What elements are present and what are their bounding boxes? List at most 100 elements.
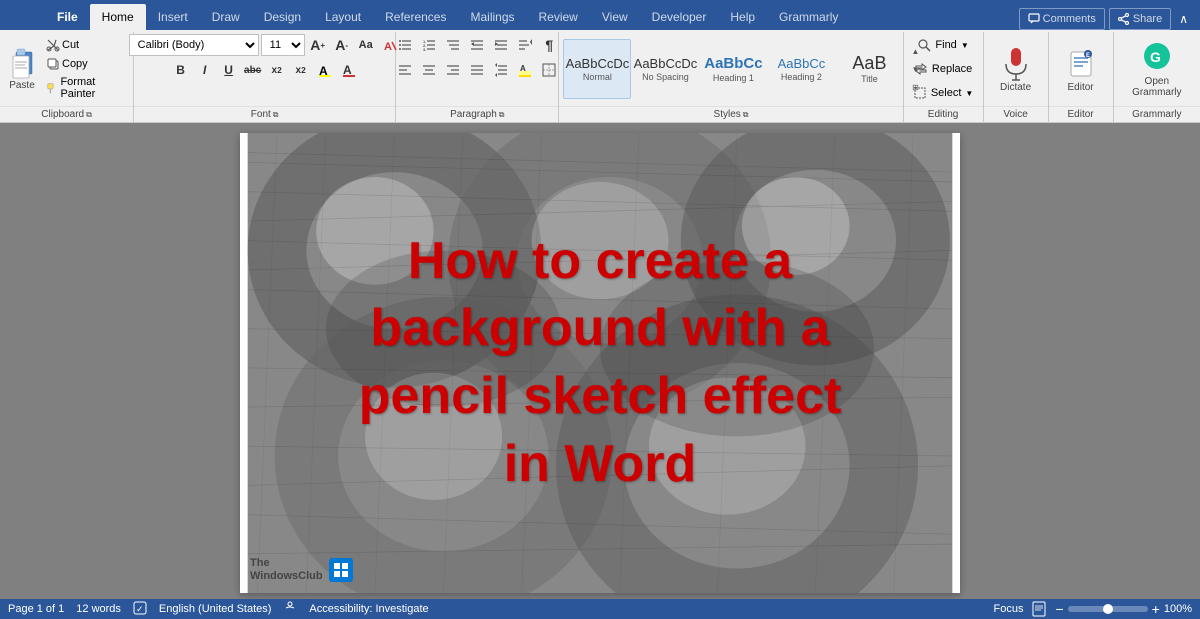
italic-button[interactable]: I <box>194 59 216 81</box>
find-button[interactable]: Find ▼ <box>913 34 972 56</box>
font-group-label[interactable]: Font ⧉ <box>134 106 395 122</box>
font-shrink-button[interactable]: A- <box>331 34 353 56</box>
open-grammarly-button[interactable]: G Open Grammarly <box>1118 36 1196 102</box>
multilevel-button[interactable] <box>442 34 464 56</box>
tab-design[interactable]: Design <box>252 4 313 30</box>
style-heading2[interactable]: AaBbCc Heading 2 <box>767 39 835 99</box>
style-title-label: Title <box>861 74 878 84</box>
paragraph-group-label[interactable]: Paragraph ⧉ <box>396 106 558 122</box>
language[interactable]: English (United States) <box>159 603 272 615</box>
style-title[interactable]: AaB Title <box>835 39 903 99</box>
tab-draw[interactable]: Draw <box>200 4 252 30</box>
clipboard-expand-icon: ⧉ <box>86 110 92 120</box>
print-layout-icon[interactable] <box>1031 601 1047 617</box>
format-painter-button[interactable]: Format Painter <box>42 74 129 102</box>
svg-text:A: A <box>343 63 352 77</box>
align-left-button[interactable] <box>394 59 416 81</box>
increase-indent-button[interactable] <box>490 34 512 56</box>
accessibility-icon[interactable] <box>283 601 297 618</box>
tab-mailings[interactable]: Mailings <box>458 4 526 30</box>
align-right-button[interactable] <box>442 59 464 81</box>
zoom-in-button[interactable]: + <box>1152 601 1160 617</box>
copy-button[interactable]: Copy <box>42 55 129 73</box>
copy-icon <box>46 57 60 71</box>
editor-button[interactable]: E Editor <box>1053 42 1109 97</box>
bold-button[interactable]: B <box>170 59 192 81</box>
tab-bar: File Home Insert Draw Design Layout Refe… <box>0 0 1200 30</box>
find-icon <box>917 38 931 52</box>
accessibility-status[interactable]: Accessibility: Investigate <box>309 603 428 615</box>
dictate-icon <box>1002 46 1030 82</box>
main-area: How to create a background with a pencil… <box>0 123 1200 599</box>
svg-text:G: G <box>1150 49 1161 65</box>
editor-group-label: Editor <box>1049 106 1113 122</box>
open-grammarly-label: Open Grammarly <box>1122 76 1192 98</box>
tab-review[interactable]: Review <box>527 4 590 30</box>
zoom-level[interactable]: 100% <box>1164 603 1192 615</box>
format-painter-label: Format Painter <box>60 76 125 100</box>
tab-help[interactable]: Help <box>718 4 767 30</box>
tab-home[interactable]: Home <box>90 4 146 30</box>
page-info: Page 1 of 1 <box>8 603 64 615</box>
spell-check-icon[interactable]: ✓ <box>133 601 147 618</box>
paste-button[interactable]: Paste <box>4 34 40 104</box>
justify-button[interactable] <box>466 59 488 81</box>
increase-indent-icon <box>494 38 508 52</box>
zoom-handle <box>1103 604 1113 614</box>
styles-group-label[interactable]: Styles ⧉ <box>559 106 902 122</box>
replace-button[interactable]: Replace <box>910 58 976 80</box>
text-highlight-button[interactable]: A <box>314 59 336 81</box>
decrease-indent-button[interactable] <box>466 34 488 56</box>
tab-layout[interactable]: Layout <box>313 4 373 30</box>
change-case-button[interactable]: Aa <box>355 34 377 56</box>
font-color-button[interactable]: A <box>338 59 360 81</box>
font-grow-button[interactable]: A+ <box>307 34 329 56</box>
tab-developer[interactable]: Developer <box>640 4 719 30</box>
strikethrough-button[interactable]: abc <box>242 59 264 81</box>
style-heading1[interactable]: AaBbCc Heading 1 <box>699 39 767 99</box>
zoom-out-button[interactable]: − <box>1055 601 1063 617</box>
shading-button[interactable]: A <box>514 59 536 81</box>
superscript-button[interactable]: x2 <box>290 59 312 81</box>
align-right-icon <box>446 63 460 77</box>
tab-references[interactable]: References <box>373 4 458 30</box>
borders-button[interactable] <box>538 59 560 81</box>
sort-button[interactable] <box>514 34 536 56</box>
tab-grammarly[interactable]: Grammarly <box>767 4 850 30</box>
style-normal[interactable]: AaBbCcDc Normal <box>563 39 631 99</box>
share-icon <box>1118 13 1130 25</box>
cut-button[interactable]: Cut <box>42 36 129 54</box>
numbering-button[interactable]: 1.2.3. <box>418 34 440 56</box>
line-spacing-button[interactable] <box>490 59 512 81</box>
ribbon-collapse-button[interactable]: ∧ <box>1175 12 1192 26</box>
find-dropdown-icon: ▼ <box>961 41 969 50</box>
underline-button[interactable]: U <box>218 59 240 81</box>
zoom-slider[interactable] <box>1068 606 1148 612</box>
focus-button[interactable]: Focus <box>994 603 1024 615</box>
clipboard-group-label[interactable]: Clipboard ⧉ <box>0 106 133 122</box>
subscript-button[interactable]: x2 <box>266 59 288 81</box>
bullets-icon <box>398 38 412 52</box>
align-center-button[interactable] <box>418 59 440 81</box>
svg-text:A: A <box>384 41 392 52</box>
cut-label: Cut <box>62 39 79 51</box>
sort-icon <box>518 38 532 52</box>
select-button[interactable]: Select ▼ <box>909 82 978 104</box>
style-no-spacing[interactable]: AaBbCcDc No Spacing <box>631 39 699 99</box>
page-title[interactable]: How to create a background with a pencil… <box>319 208 882 518</box>
svg-text:✓: ✓ <box>136 604 144 614</box>
show-paragraph-button[interactable]: ¶ <box>538 34 560 56</box>
dictate-button[interactable]: Dictate <box>988 42 1044 97</box>
bullets-button[interactable] <box>394 34 416 56</box>
tab-insert[interactable]: Insert <box>146 4 200 30</box>
font-name-select[interactable]: Calibri (Body) <box>129 34 259 56</box>
view-mode-icons <box>1031 601 1047 617</box>
tab-file[interactable]: File <box>45 4 90 30</box>
tab-view[interactable]: View <box>590 4 640 30</box>
comments-button[interactable]: Comments <box>1019 8 1105 30</box>
paragraph-expand-icon: ⧉ <box>499 110 505 120</box>
borders-icon <box>542 63 556 77</box>
font-size-select[interactable]: 11 <box>261 34 305 56</box>
align-center-icon <box>422 63 436 77</box>
share-button[interactable]: Share <box>1109 8 1171 30</box>
